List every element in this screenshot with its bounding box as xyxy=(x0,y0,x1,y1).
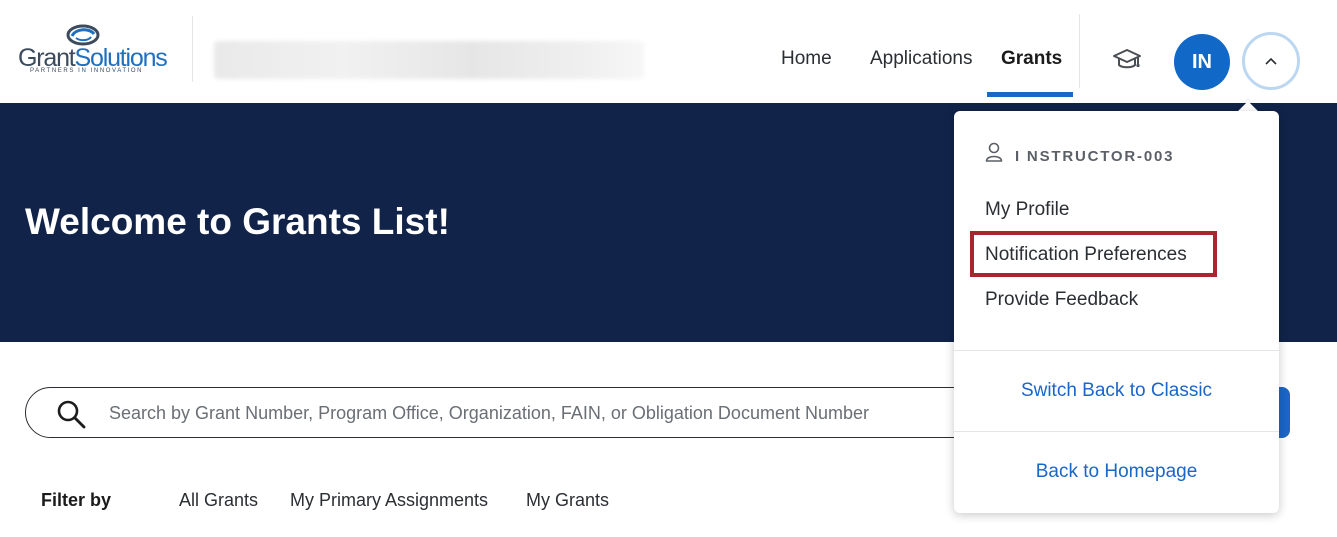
header-divider-right xyxy=(1079,14,1080,88)
back-to-homepage-link[interactable]: Back to Homepage xyxy=(954,461,1279,483)
menu-divider xyxy=(954,431,1279,432)
user-avatar[interactable]: IN xyxy=(1174,34,1230,90)
nav-applications[interactable]: Applications xyxy=(870,48,972,70)
search-input[interactable] xyxy=(109,394,1009,432)
user-dropdown-menu: I NSTRUCTOR-003 My Profile Notification … xyxy=(954,111,1279,513)
grantsolutions-logo[interactable]: GrantSolutions PARTNERS IN INNOVATION xyxy=(18,24,168,78)
chevron-up-icon xyxy=(1265,57,1277,65)
nav-active-indicator xyxy=(987,92,1073,97)
training-button[interactable] xyxy=(1110,44,1144,76)
header-divider xyxy=(192,16,193,82)
search-icon xyxy=(57,400,86,429)
filter-my-primary-assignments[interactable]: My Primary Assignments xyxy=(290,490,488,511)
user-menu-toggle[interactable] xyxy=(1242,32,1300,90)
redacted-region xyxy=(214,41,644,79)
top-header: GrantSolutions PARTNERS IN INNOVATION Ho… xyxy=(0,0,1337,103)
menu-item-provide-feedback[interactable]: Provide Feedback xyxy=(985,289,1138,311)
menu-item-my-profile[interactable]: My Profile xyxy=(985,199,1069,221)
nav-home[interactable]: Home xyxy=(781,48,832,70)
filter-all-grants[interactable]: All Grants xyxy=(179,490,258,511)
logo-tagline: PARTNERS IN INNOVATION xyxy=(30,68,144,74)
filter-my-grants[interactable]: My Grants xyxy=(526,490,609,511)
logo-swirl-icon xyxy=(66,24,100,46)
search-bar xyxy=(25,387,1025,438)
menu-username: I NSTRUCTOR-003 xyxy=(1015,148,1175,165)
menu-divider xyxy=(954,350,1279,351)
nav-grants[interactable]: Grants xyxy=(1001,48,1062,70)
graduation-cap-icon xyxy=(1113,49,1141,69)
highlight-box xyxy=(970,231,1217,277)
switch-back-to-classic-link[interactable]: Switch Back to Classic xyxy=(954,380,1279,402)
page-title: Welcome to Grants List! xyxy=(25,201,450,242)
person-icon xyxy=(985,142,1003,162)
filter-label: Filter by xyxy=(41,490,112,510)
